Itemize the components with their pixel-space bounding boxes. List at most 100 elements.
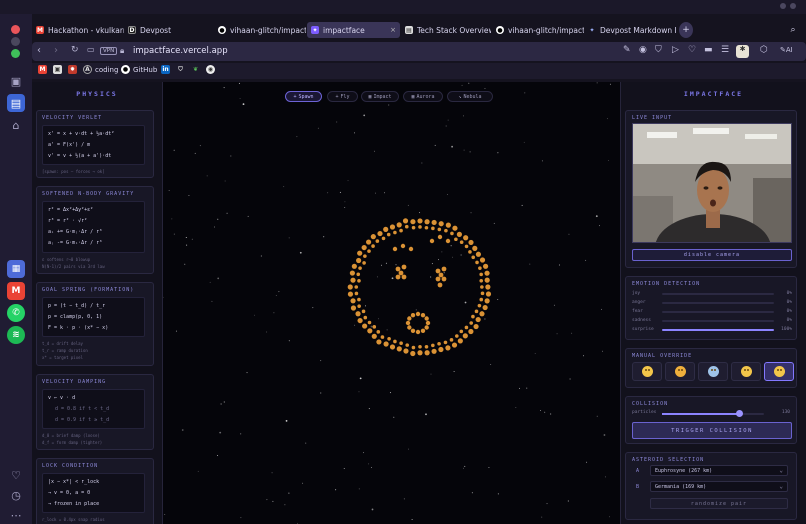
star [275,294,277,296]
vpn-badge[interactable]: VPN [100,47,118,55]
maximize-window-button[interactable] [11,49,20,58]
emotion-bar [662,320,774,322]
override-angry-button[interactable] [665,362,695,381]
star [363,452,365,454]
emotion-label: fear [632,309,643,314]
tab-search-button[interactable]: ⌕ [786,22,800,38]
minimize-window-button[interactable] [11,37,20,46]
star [370,325,373,328]
bookmark-linkedin[interactable]: in [161,65,170,74]
gmail-app-icon[interactable]: M [7,282,25,300]
whatsapp-app-icon[interactable]: ✆ [7,304,25,322]
home-icon[interactable]: ⌂ [7,116,25,134]
arrow-icon: ↘ [458,93,462,100]
book-icon[interactable]: ▤ [7,94,25,112]
equation: aⱼ -= G·mᵢ·Δr / r³ [48,240,103,246]
tab-devpost-markdown[interactable]: ✦ Devpost Markdown Form [584,22,676,38]
heart-icon[interactable]: ♡ [7,466,25,484]
face-particle [431,348,437,354]
bookmark-coding[interactable]: Acoding [83,65,118,74]
tab-hackathon[interactable]: M Hackathon - vkulkarni28 [32,22,124,38]
bookmark-app[interactable]: ▣ [53,65,62,74]
lock-icon: 🔒︎ [120,46,125,55]
face-particle [424,325,429,330]
spotify-app-icon[interactable]: ≋ [7,326,25,344]
asteroid-a-select[interactable]: Euphrosyne (267 km) ⌄ [650,465,788,476]
close-tab-icon[interactable]: × [390,26,396,34]
face-particle [403,348,409,354]
edit-icon[interactable]: ✎ [623,45,631,55]
face-particle [357,317,363,324]
face-particle [479,272,483,277]
face-particle [380,335,385,339]
star [469,151,471,153]
equation: p = (t − t_d) / t_r [48,303,106,309]
face-particle [479,278,484,283]
override-surprise-button[interactable] [764,362,794,381]
heart-icon[interactable]: ♡ [688,45,696,55]
particles-slider-thumb[interactable] [735,410,743,417]
tab-impactface[interactable]: ✦ impactface × [307,22,400,38]
particles-slider[interactable] [662,410,764,417]
override-sad-button[interactable] [731,362,761,381]
star [585,259,587,261]
play-icon[interactable]: ▷ [672,45,679,55]
close-window-button[interactable] [11,25,20,34]
face-particle [462,333,468,339]
forward-icon[interactable]: › [54,45,58,56]
more-icon[interactable]: ⋯ [7,506,25,524]
cube-icon[interactable]: ⬡ [760,45,768,55]
star [464,465,466,467]
asteroid-b-select[interactable]: Germania (169 km) ⌄ [650,481,788,492]
mode-nebula-button[interactable]: ↘ Nebula [447,91,493,102]
briefcase-icon[interactable]: ▣ [7,72,25,90]
bookmark-circle[interactable]: ◉ [206,65,215,74]
mode-impact-button[interactable]: ▦ Impact [361,91,399,102]
override-happy-button[interactable] [632,362,662,381]
extension-icon[interactable]: ✱ [736,45,749,58]
bookmark-gmail[interactable]: M [38,65,47,74]
tab-devpost[interactable]: D Devpost [124,22,214,38]
equation: r² = Δx²+Δy²+ε² [48,207,94,213]
mode-fly-button[interactable]: + Fly [327,91,358,102]
tab-github-1[interactable]: ● vihaan-glitch/impactfac [214,22,306,38]
star [524,92,526,94]
mode-aurora-button[interactable]: ▦ Aurora [403,91,443,102]
new-tab-button[interactable]: + [679,22,693,38]
asteroid-b-value: Germania (169 km) [655,483,707,490]
battery-icon[interactable]: ▬ [704,45,713,55]
tab-view-icon[interactable]: ▭ [87,45,95,54]
equation: d = 0.8 if t < t_d [55,406,110,412]
override-fear-button[interactable] [698,362,728,381]
face-particle [365,239,372,245]
bookmark-ext[interactable]: ✸ [68,65,77,74]
tab-tech-stack[interactable]: ▤ Tech Stack Overview [401,22,491,38]
bookmark-github[interactable]: ● GitHub [121,65,157,74]
emotion-label: surprise [632,327,654,332]
back-icon[interactable]: ‹ [37,45,41,56]
url-field[interactable]: impactface.vercel.app [133,46,228,56]
sliders-icon[interactable]: ☰ [721,45,729,55]
history-icon[interactable]: ◷ [7,486,25,504]
bookmark-shield[interactable]: ⛉ [176,65,185,74]
trigger-collision-button[interactable]: TRIGGER COLLISION [632,422,792,439]
star [347,180,349,182]
face-particle [424,225,429,230]
camera-icon[interactable]: ◉ [639,45,647,55]
face-particle [424,316,429,321]
face-particle [435,268,441,274]
randomize-pair-button[interactable]: randomize pair [650,498,788,509]
card-note: d_0 = brief damp (loose) [42,433,100,438]
search-icon: ⌕ [790,25,796,35]
disable-camera-button[interactable]: disable camera [632,249,792,261]
star [447,119,449,121]
ai-button[interactable]: ✎AI [780,46,793,54]
mode-spawn-button[interactable]: + Spawn [285,91,322,102]
calendar-app-icon[interactable]: ▦ [7,260,25,278]
reload-icon[interactable]: ↻ [71,45,79,55]
tab-github-2[interactable]: ● vihaan-glitch/impactfac [492,22,584,38]
star [185,236,187,238]
shield-check-icon[interactable]: ⛉ [655,45,662,55]
bookmark-leaf[interactable]: ❦ [191,65,200,74]
face-particle [464,244,469,249]
